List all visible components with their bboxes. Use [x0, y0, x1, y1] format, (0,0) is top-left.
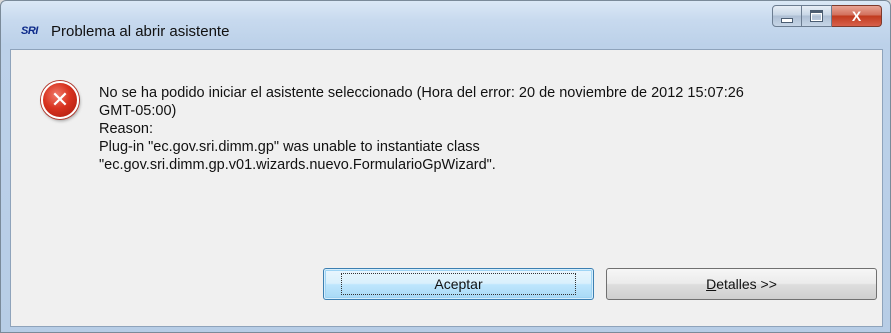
dialog-content: ✕ No se ha podido iniciar el asistente s… [10, 49, 883, 327]
close-button[interactable]: X [832, 5, 882, 27]
details-mnemonic: D [706, 276, 717, 292]
window-title: Problema al abrir asistente [51, 23, 230, 40]
sri-logo-icon: SRI [21, 25, 38, 37]
maximize-button[interactable] [802, 5, 832, 27]
error-message: No se ha podido iniciar el asistente sel… [99, 84, 859, 174]
error-icon: ✕ [41, 81, 79, 119]
message-line: Plug-in "ec.gov.sri.dimm.gp" was unable … [99, 139, 480, 155]
minimize-icon [781, 17, 793, 23]
message-line: "ec.gov.sri.dimm.gp.v01.wizards.nuevo.Fo… [99, 157, 496, 173]
accept-button-label: Aceptar [341, 273, 576, 295]
close-icon: X [851, 8, 862, 24]
error-dialog-window: SRI Problema al abrir asistente X ✕ No s… [0, 0, 891, 333]
window-controls: X [772, 5, 882, 27]
maximize-icon [810, 10, 823, 22]
message-line: GMT-05:00) [99, 103, 177, 119]
minimize-button[interactable] [772, 5, 802, 27]
details-button-label: Detalles >> [706, 276, 777, 292]
title-bar[interactable]: SRI Problema al abrir asistente X [1, 1, 890, 49]
details-button[interactable]: Detalles >> [606, 268, 877, 300]
accept-button[interactable]: Aceptar [323, 268, 594, 300]
message-line: Reason: [99, 121, 154, 137]
message-line: No se ha podido iniciar el asistente sel… [99, 85, 744, 101]
details-label-rest: etalles >> [716, 276, 777, 292]
